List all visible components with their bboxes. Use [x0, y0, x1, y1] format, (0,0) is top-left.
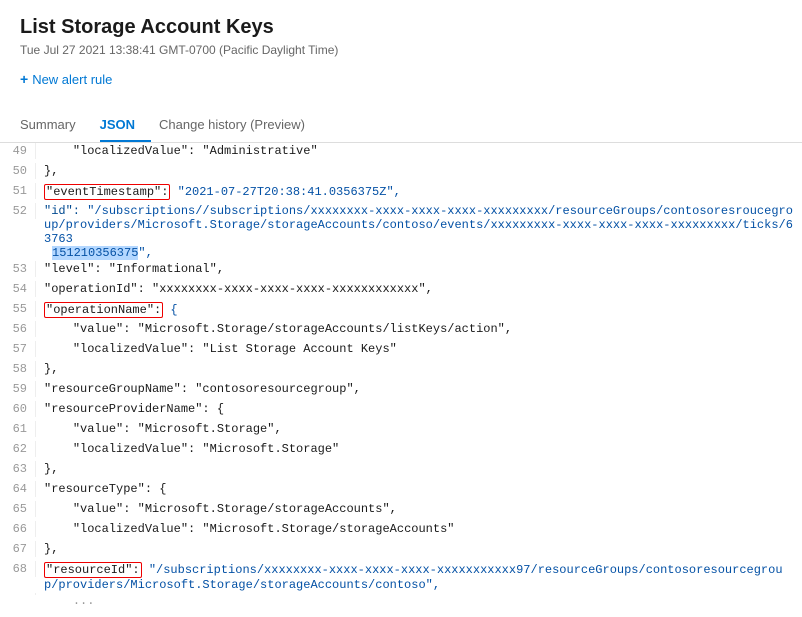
header-area: List Storage Account Keys Tue Jul 27 202… — [0, 0, 802, 109]
highlighted-key: "resourceId": — [44, 562, 142, 578]
json-line-row: 59"resourceGroupName": "contosoresourceg… — [0, 381, 802, 401]
line-number: 58 — [0, 361, 36, 377]
line-number: 51 — [0, 183, 36, 199]
line-number: 63 — [0, 461, 36, 477]
line-content: "eventTimestamp": "2021-07-27T20:38:41.0… — [36, 183, 802, 201]
line-content: "localizedValue": "List Storage Account … — [36, 341, 802, 357]
new-alert-label: New alert rule — [32, 72, 112, 87]
json-line-row: 54"operationId": "xxxxxxxx-xxxx-xxxx-xxx… — [0, 281, 802, 301]
line-content: "localizedValue": "Microsoft.Storage/sto… — [36, 521, 802, 537]
page-subtitle: Tue Jul 27 2021 13:38:41 GMT-0700 (Pacif… — [20, 43, 782, 57]
line-number: 62 — [0, 441, 36, 457]
line-content: "localizedValue": "Administrative" — [36, 143, 802, 159]
line-number: 54 — [0, 281, 36, 297]
line-content: "operationName": { — [36, 301, 802, 319]
tab-json[interactable]: JSON — [100, 109, 151, 142]
json-line-row: 58}, — [0, 361, 802, 381]
json-line-row: 53"level": "Informational", — [0, 261, 802, 281]
tab-change-history[interactable]: Change history (Preview) — [159, 109, 321, 142]
tab-summary[interactable]: Summary — [20, 109, 92, 142]
json-line-row: 60"resourceProviderName": { — [0, 401, 802, 421]
line-content: "value": "Microsoft.Storage/storageAccou… — [36, 501, 802, 517]
line-number: 64 — [0, 481, 36, 497]
line-number: 68 — [0, 561, 36, 577]
line-content: "resourceGroupName": "contosoresourcegro… — [36, 381, 802, 397]
json-line-row: 68"resourceId": "/subscriptions/xxxxxxxx… — [0, 561, 802, 593]
json-line-row: 61 "value": "Microsoft.Storage", — [0, 421, 802, 441]
line-number: 60 — [0, 401, 36, 417]
line-number: 53 — [0, 261, 36, 277]
plus-icon: + — [20, 71, 28, 87]
highlighted-key: "eventTimestamp": — [44, 184, 170, 200]
json-line-row: 52"id": "/subscriptions//subscriptions/x… — [0, 203, 802, 261]
line-content: ... — [36, 593, 802, 609]
line-number: 61 — [0, 421, 36, 437]
line-content: }, — [36, 461, 802, 477]
line-number: 59 — [0, 381, 36, 397]
line-number: 66 — [0, 521, 36, 537]
page-title: List Storage Account Keys — [20, 16, 782, 39]
json-line-row: 51"eventTimestamp": "2021-07-27T20:38:41… — [0, 183, 802, 203]
line-content: "level": "Informational", — [36, 261, 802, 277]
json-line-row: 65 "value": "Microsoft.Storage/storageAc… — [0, 501, 802, 521]
json-line-row: 63}, — [0, 461, 802, 481]
line-content: }, — [36, 163, 802, 179]
tabs-bar: Summary JSON Change history (Preview) — [0, 109, 802, 143]
line-content: "value": "Microsoft.Storage", — [36, 421, 802, 437]
line-number: 67 — [0, 541, 36, 557]
line-content: "value": "Microsoft.Storage/storageAccou… — [36, 321, 802, 337]
line-content: "operationId": "xxxxxxxx-xxxx-xxxx-xxxx-… — [36, 281, 802, 297]
json-line-row: 66 "localizedValue": "Microsoft.Storage/… — [0, 521, 802, 541]
json-line-row: 49 "localizedValue": "Administrative" — [0, 143, 802, 163]
json-line-row: 57 "localizedValue": "List Storage Accou… — [0, 341, 802, 361]
line-number — [0, 593, 36, 595]
json-line-row: 56 "value": "Microsoft.Storage/storageAc… — [0, 321, 802, 341]
line-number: 57 — [0, 341, 36, 357]
line-content: }, — [36, 361, 802, 377]
highlighted-key: "operationName": — [44, 302, 163, 318]
line-content: "id": "/subscriptions//subscriptions/xxx… — [36, 203, 802, 261]
json-lines-container: 49 "localizedValue": "Administrative"50}… — [0, 143, 802, 613]
json-line-row: 67}, — [0, 541, 802, 561]
line-number: 49 — [0, 143, 36, 159]
line-number: 55 — [0, 301, 36, 317]
line-content: "localizedValue": "Microsoft.Storage" — [36, 441, 802, 457]
json-line-row: 55"operationName": { — [0, 301, 802, 321]
json-line-row: 64"resourceType": { — [0, 481, 802, 501]
line-content: "resourceId": "/subscriptions/xxxxxxxx-x… — [36, 561, 802, 593]
json-line-row: ... — [0, 593, 802, 613]
line-content: "resourceType": { — [36, 481, 802, 497]
line-number: 56 — [0, 321, 36, 337]
new-alert-rule-button[interactable]: + New alert rule — [20, 67, 112, 91]
json-line-row: 62 "localizedValue": "Microsoft.Storage" — [0, 441, 802, 461]
line-content: }, — [36, 541, 802, 557]
json-line-row: 50}, — [0, 163, 802, 183]
line-number: 50 — [0, 163, 36, 179]
line-content: "resourceProviderName": { — [36, 401, 802, 417]
line-number: 65 — [0, 501, 36, 517]
json-panel: 49 "localizedValue": "Administrative"50}… — [0, 143, 802, 613]
line-number: 52 — [0, 203, 36, 219]
